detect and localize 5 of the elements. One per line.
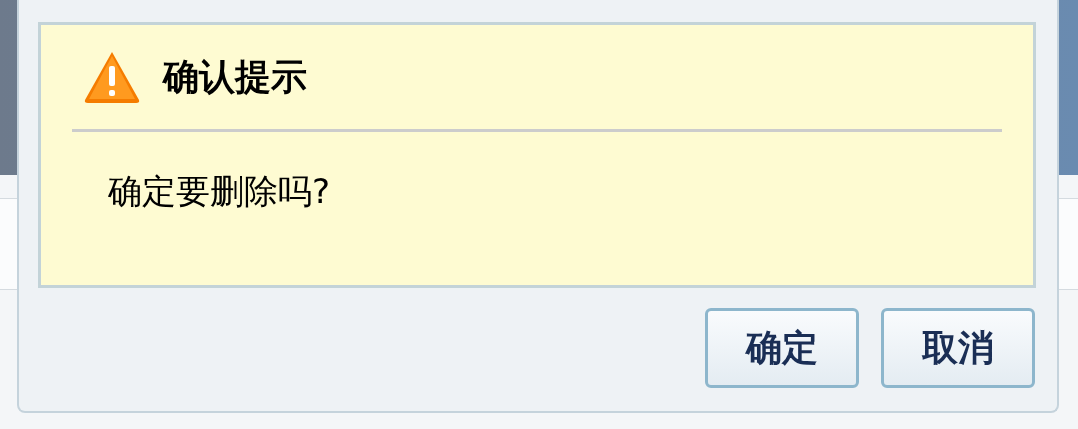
- confirm-message: 确定要删除吗?: [108, 171, 331, 211]
- dialog-button[interactable]: 取消: [881, 308, 1035, 388]
- warning-icon: [83, 50, 141, 104]
- dialog-title: 确认提示: [163, 59, 307, 95]
- dialog-button[interactable]: 确定: [705, 308, 859, 388]
